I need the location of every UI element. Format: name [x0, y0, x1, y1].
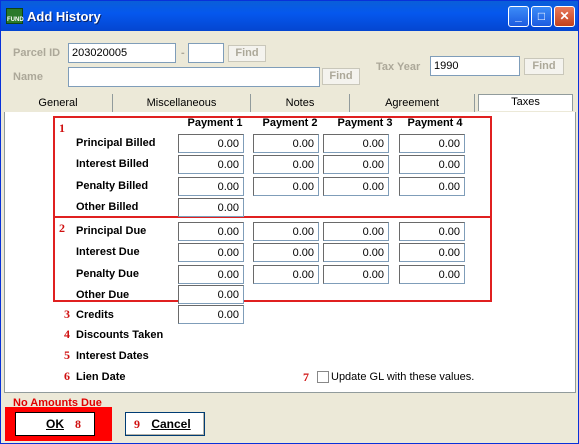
- principal-due-label: Principal Due: [76, 225, 147, 237]
- tax-year-find-button[interactable]: Find: [524, 58, 564, 75]
- principal-billed-payment-3[interactable]: 0.00: [323, 134, 389, 153]
- principal-due-payment-2[interactable]: 0.00: [253, 222, 319, 241]
- marker-6: 6: [64, 369, 70, 383]
- maximize-icon: □: [537, 9, 546, 23]
- name-label: Name: [13, 71, 43, 83]
- interest-billed-payment-2[interactable]: 0.00: [253, 155, 319, 174]
- ok-button[interactable]: OK 8: [15, 412, 95, 436]
- interest-due-label: Interest Due: [76, 246, 140, 258]
- add-history-window: FUND Add History _ □ ✕ Parcel ID 2030200…: [0, 0, 579, 444]
- principal-due-payment-3[interactable]: 0.00: [323, 222, 389, 241]
- interest-due-payment-4[interactable]: 0.00: [399, 243, 465, 262]
- principal-billed-label: Principal Billed: [76, 137, 156, 149]
- principal-billed-payment-4[interactable]: 0.00: [399, 134, 465, 153]
- penalty-due-payment-1[interactable]: 0.00: [178, 265, 244, 284]
- marker-4: 4: [64, 327, 70, 341]
- parcel-separator: -: [181, 47, 185, 59]
- ok-button-label: OK: [46, 417, 64, 431]
- tab-agreement[interactable]: Agreement: [350, 94, 475, 113]
- principal-billed-payment-2[interactable]: 0.00: [253, 134, 319, 153]
- interest-billed-payment-4[interactable]: 0.00: [399, 155, 465, 174]
- update-gl-label: Update GL with these values.: [331, 371, 475, 383]
- tab-notes[interactable]: Notes: [251, 94, 350, 113]
- column-header-payment-2: Payment 2: [262, 117, 318, 129]
- penalty-billed-payment-1[interactable]: 0.00: [178, 177, 244, 196]
- title-bar[interactable]: FUND Add History _ □ ✕: [1, 1, 578, 31]
- interest-due-payment-2[interactable]: 0.00: [253, 243, 319, 262]
- marker-5: 5: [64, 348, 70, 362]
- lien-date-label[interactable]: Lien Date: [76, 371, 126, 383]
- discounts-taken-label[interactable]: Discounts Taken: [76, 329, 163, 341]
- tab-general[interactable]: General: [4, 94, 113, 113]
- tax-year-field[interactable]: 1990: [430, 56, 520, 76]
- tab-taxes[interactable]: Taxes: [478, 94, 573, 111]
- app-fund-icon: FUND: [6, 8, 24, 24]
- interest-billed-payment-1[interactable]: 0.00: [178, 155, 244, 174]
- other-due-label: Other Due: [76, 289, 130, 301]
- penalty-billed-payment-4[interactable]: 0.00: [399, 177, 465, 196]
- principal-due-payment-4[interactable]: 0.00: [399, 222, 465, 241]
- cancel-button-label: Cancel: [151, 417, 191, 431]
- marker-2: 2: [59, 221, 65, 235]
- interest-dates-label[interactable]: Interest Dates: [76, 350, 149, 362]
- other-billed-field[interactable]: 0.00: [178, 198, 244, 217]
- principal-due-payment-1[interactable]: 0.00: [178, 222, 244, 241]
- marker-1: 1: [59, 121, 65, 135]
- other-due-field[interactable]: 0.00: [178, 285, 244, 304]
- penalty-due-payment-2[interactable]: 0.00: [253, 265, 319, 284]
- credits-label: Credits: [76, 309, 114, 321]
- close-button[interactable]: ✕: [554, 6, 575, 27]
- close-icon: ✕: [559, 9, 570, 23]
- name-field[interactable]: [68, 67, 320, 87]
- parcel-find-button[interactable]: Find: [228, 45, 266, 62]
- tab-miscellaneous[interactable]: Miscellaneous: [113, 94, 251, 113]
- marker-9: 9: [134, 417, 140, 431]
- penalty-billed-payment-3[interactable]: 0.00: [323, 177, 389, 196]
- update-gl-checkbox[interactable]: [317, 371, 329, 383]
- column-header-payment-3: Payment 3: [337, 117, 393, 129]
- parcel-id-field[interactable]: 203020005: [68, 43, 176, 63]
- cancel-button[interactable]: 9 Cancel: [125, 412, 205, 436]
- window-title: Add History: [27, 9, 101, 24]
- parcel-suffix-field[interactable]: [188, 43, 224, 63]
- penalty-due-payment-4[interactable]: 0.00: [399, 265, 465, 284]
- penalty-billed-payment-2[interactable]: 0.00: [253, 177, 319, 196]
- credits-field[interactable]: 0.00: [178, 305, 244, 324]
- interest-due-payment-1[interactable]: 0.00: [178, 243, 244, 262]
- parcel-id-label: Parcel ID: [13, 47, 61, 59]
- marker-3: 3: [64, 307, 70, 321]
- other-billed-label: Other Billed: [76, 201, 139, 213]
- maximize-button[interactable]: □: [531, 6, 552, 27]
- name-find-button[interactable]: Find: [322, 68, 360, 85]
- interest-billed-payment-3[interactable]: 0.00: [323, 155, 389, 174]
- penalty-due-payment-3[interactable]: 0.00: [323, 265, 389, 284]
- minimize-icon: _: [515, 9, 522, 23]
- marker-7: 7: [303, 370, 309, 384]
- interest-due-payment-3[interactable]: 0.00: [323, 243, 389, 262]
- penalty-due-label: Penalty Due: [76, 268, 139, 280]
- penalty-billed-label: Penalty Billed: [76, 180, 149, 192]
- principal-billed-payment-1[interactable]: 0.00: [178, 134, 244, 153]
- column-header-payment-1: Payment 1: [187, 117, 243, 129]
- tax-year-label: Tax Year: [376, 61, 421, 73]
- marker-8: 8: [75, 417, 81, 431]
- minimize-button[interactable]: _: [508, 6, 529, 27]
- interest-billed-label: Interest Billed: [76, 158, 149, 170]
- column-header-payment-4: Payment 4: [407, 117, 463, 129]
